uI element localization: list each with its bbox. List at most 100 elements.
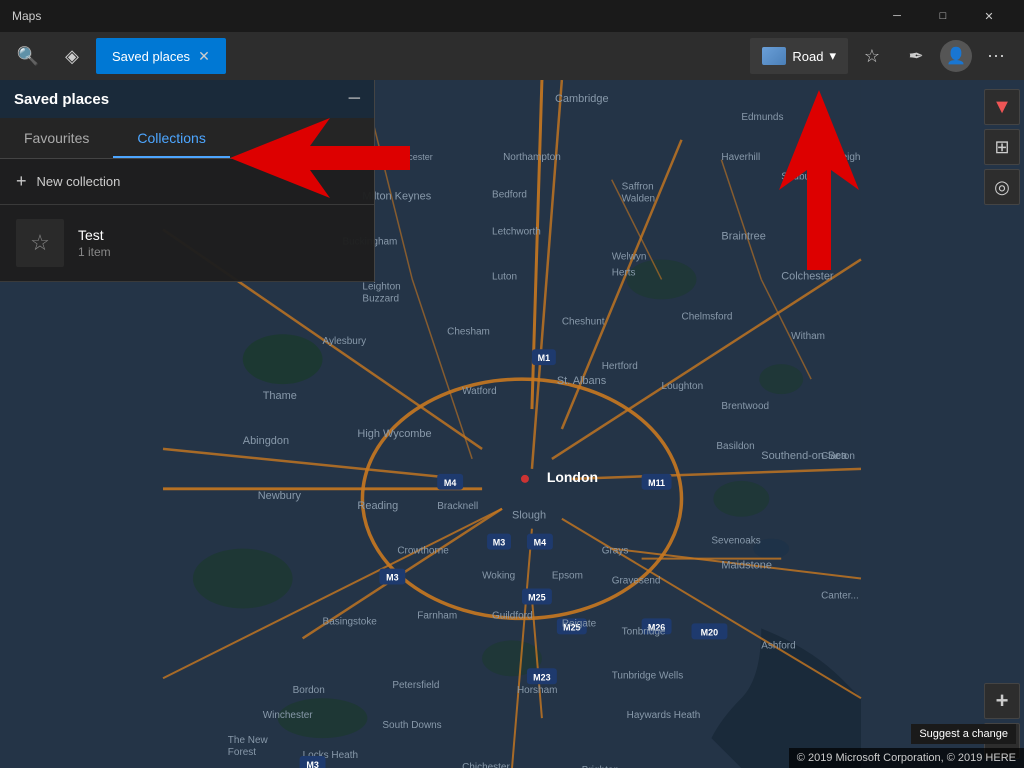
tabs: Favourites Collections xyxy=(0,118,374,159)
svg-text:Maidstone: Maidstone xyxy=(721,560,772,572)
svg-text:Farnham: Farnham xyxy=(417,610,457,621)
svg-text:Tonbridge: Tonbridge xyxy=(622,626,666,637)
svg-text:Bracknell: Bracknell xyxy=(437,501,478,512)
svg-text:Winchester: Winchester xyxy=(263,710,314,721)
new-collection-label: New collection xyxy=(37,174,121,189)
svg-text:Thame: Thame xyxy=(263,390,297,402)
svg-text:Walden: Walden xyxy=(622,194,655,205)
toolbar: 🔍 ◈ Saved places ✕ Road ▾ ☆ ✒ 👤 ⋯ xyxy=(0,32,1024,80)
app-title: Maps xyxy=(12,9,874,23)
tab-favourites[interactable]: Favourites xyxy=(0,118,113,158)
svg-text:Brentwood: Brentwood xyxy=(721,401,769,412)
collection-thumbnail: ☆ xyxy=(16,219,64,267)
pen-button[interactable]: ✒ xyxy=(896,36,936,76)
svg-text:Newbury: Newbury xyxy=(258,490,302,502)
svg-text:Guildford: Guildford xyxy=(492,610,532,621)
minimize-button[interactable]: ─ xyxy=(874,0,920,32)
svg-text:Epsom: Epsom xyxy=(552,571,583,582)
window-controls: ─ □ ✕ xyxy=(874,0,1012,32)
svg-text:Watford: Watford xyxy=(462,386,497,397)
tab-collections[interactable]: Collections xyxy=(113,118,229,158)
target-button[interactable]: ◎ xyxy=(984,169,1020,205)
more-options-button[interactable]: ⋯ xyxy=(976,36,1016,76)
footer-copyright: © 2019 Microsoft Corporation, © 2019 HER… xyxy=(789,748,1024,768)
titlebar: Maps ─ □ ✕ xyxy=(0,0,1024,32)
svg-text:Forest: Forest xyxy=(228,747,256,758)
svg-text:M25: M25 xyxy=(528,592,545,602)
svg-text:Buzzard: Buzzard xyxy=(362,293,399,304)
svg-text:Sudbury: Sudbury xyxy=(781,172,818,183)
svg-text:Chichester: Chichester xyxy=(462,762,510,768)
maximize-button[interactable]: □ xyxy=(920,0,966,32)
road-map-button[interactable]: Road ▾ xyxy=(750,38,848,74)
collection-info: Test 1 item xyxy=(78,227,111,259)
saved-places-panel: Saved places ─ Favourites Collections + … xyxy=(0,80,375,282)
svg-text:Petersfield: Petersfield xyxy=(392,680,439,691)
collection-name: Test xyxy=(78,227,111,243)
svg-text:Bordon: Bordon xyxy=(293,685,325,696)
svg-text:Cambridge: Cambridge xyxy=(555,93,609,105)
svg-text:Northampton: Northampton xyxy=(503,152,561,163)
avatar-button[interactable]: 👤 xyxy=(940,40,972,72)
svg-text:Haverhill: Haverhill xyxy=(721,152,760,163)
map-controls: ▼ ⊞ ◎ + − xyxy=(980,80,1024,768)
close-saved-places-icon[interactable]: ✕ xyxy=(198,48,210,65)
svg-text:Haywards Heath: Haywards Heath xyxy=(627,710,701,721)
svg-text:Saffron: Saffron xyxy=(622,182,654,193)
svg-text:Tunbridge Wells: Tunbridge Wells xyxy=(612,670,683,681)
collection-count: 1 item xyxy=(78,245,111,259)
svg-text:Chesham: Chesham xyxy=(447,326,490,337)
panel-minimize-button[interactable]: ─ xyxy=(349,90,360,108)
svg-text:Colchester: Colchester xyxy=(781,270,834,282)
svg-text:M3: M3 xyxy=(493,538,505,548)
svg-text:Braintree: Braintree xyxy=(721,231,765,243)
svg-text:Reigate: Reigate xyxy=(562,618,597,629)
saved-places-label: Saved places xyxy=(112,49,190,64)
zoom-in-button[interactable]: + xyxy=(984,683,1020,719)
saved-places-tab[interactable]: Saved places ✕ xyxy=(96,38,226,74)
svg-text:Clacton: Clacton xyxy=(821,451,855,462)
svg-text:Witham: Witham xyxy=(791,331,825,342)
svg-text:M11: M11 xyxy=(648,478,665,488)
svg-text:Bedford: Bedford xyxy=(492,190,527,201)
location-button[interactable]: ◈ xyxy=(52,36,92,76)
new-collection-button[interactable]: + New collection xyxy=(0,159,374,205)
svg-text:London: London xyxy=(547,469,598,485)
svg-text:Edmunds: Edmunds xyxy=(741,112,783,123)
svg-text:Reading: Reading xyxy=(357,500,398,512)
svg-text:Sevenoaks: Sevenoaks xyxy=(711,536,760,547)
svg-text:Herts: Herts xyxy=(612,267,636,278)
svg-text:The New: The New xyxy=(228,735,269,746)
svg-text:Crowthorne: Crowthorne xyxy=(397,546,449,557)
svg-text:M23: M23 xyxy=(533,672,550,682)
favorites-button[interactable]: ☆ xyxy=(852,36,892,76)
chevron-down-icon: ▾ xyxy=(829,48,836,64)
compass-button[interactable]: ▼ xyxy=(984,89,1020,125)
search-button[interactable]: 🔍 xyxy=(8,36,48,76)
grid-button[interactable]: ⊞ xyxy=(984,129,1020,165)
svg-text:South Downs: South Downs xyxy=(382,720,441,731)
close-button[interactable]: ✕ xyxy=(966,0,1012,32)
svg-text:Grays: Grays xyxy=(602,546,629,557)
panel-title: Saved places xyxy=(14,91,109,108)
svg-text:M3: M3 xyxy=(386,573,398,583)
svg-text:Abingdon: Abingdon xyxy=(243,435,289,447)
svg-text:Hertford: Hertford xyxy=(602,361,638,372)
svg-text:High Wycombe: High Wycombe xyxy=(357,428,431,440)
svg-text:Hadleigh: Hadleigh xyxy=(821,152,860,163)
suggest-change-button[interactable]: Suggest a change xyxy=(911,724,1016,744)
svg-text:Basingstoke: Basingstoke xyxy=(323,616,378,627)
svg-text:Letchworth: Letchworth xyxy=(492,227,541,238)
plus-icon: + xyxy=(16,171,27,192)
svg-text:Chelmsford: Chelmsford xyxy=(682,311,733,322)
svg-text:Luton: Luton xyxy=(492,271,517,282)
svg-text:Slough: Slough xyxy=(512,510,546,522)
svg-text:Leighton: Leighton xyxy=(362,281,400,292)
svg-text:Welwyn: Welwyn xyxy=(612,251,647,262)
svg-text:Loughton: Loughton xyxy=(662,381,704,392)
svg-text:Towcester: Towcester xyxy=(392,152,432,162)
collection-item-test[interactable]: ☆ Test 1 item xyxy=(0,205,374,282)
svg-text:Woking: Woking xyxy=(482,571,515,582)
svg-text:Canter...: Canter... xyxy=(821,590,859,601)
panel-header: Saved places ─ xyxy=(0,80,374,118)
